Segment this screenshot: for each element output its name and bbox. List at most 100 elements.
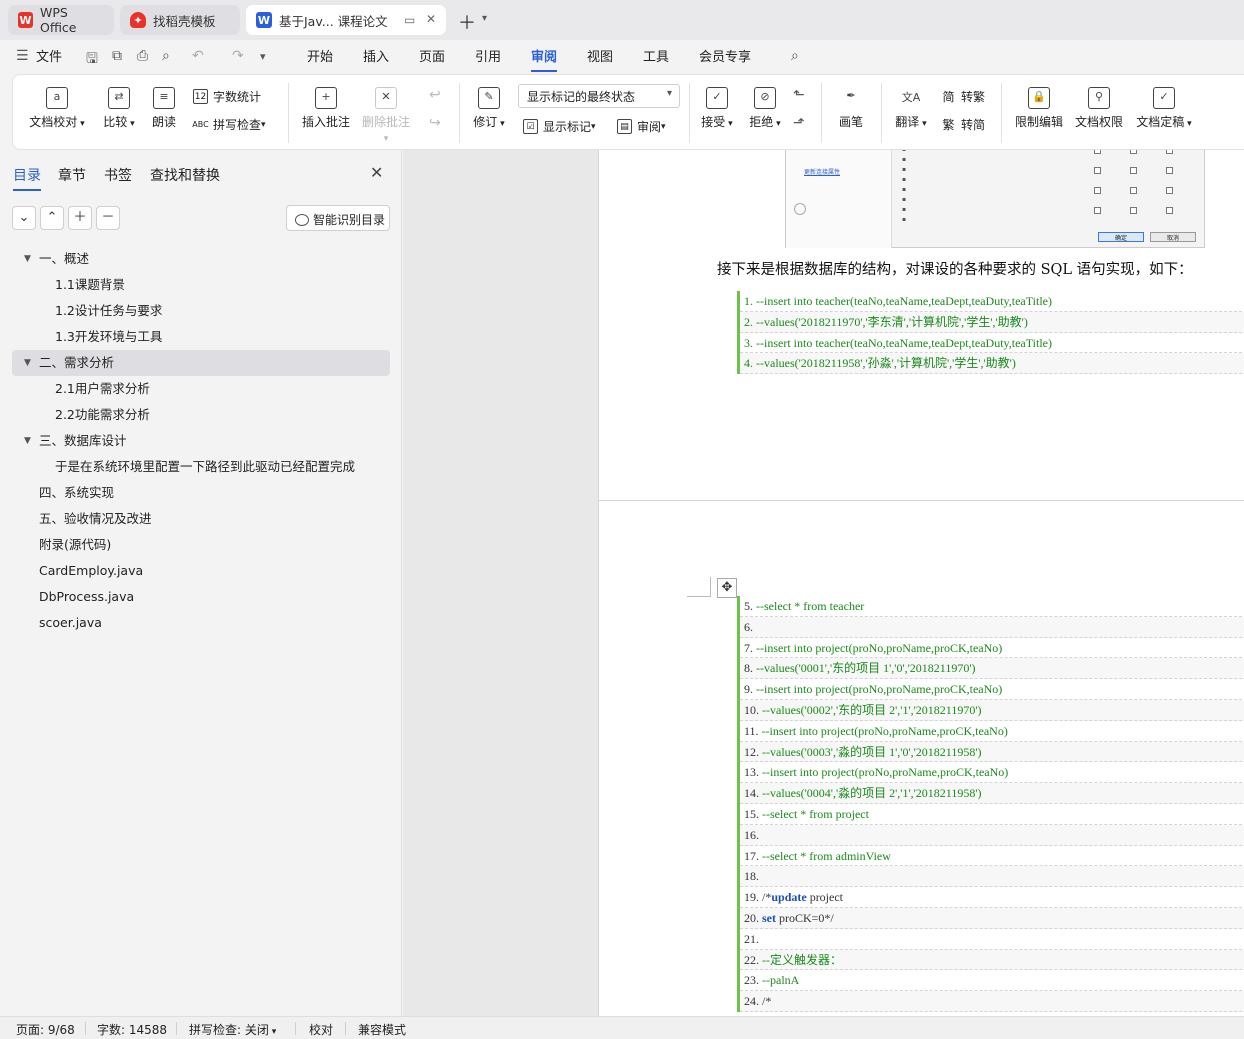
chevron-down-icon[interactable]: ▾ [482, 13, 487, 24]
toc-item[interactable]: 四、系统实现 [12, 480, 390, 506]
code-line: 13. --insert into project(proNo,proName,… [740, 762, 1244, 784]
undo-icon[interactable]: ↶ [192, 48, 204, 64]
spell-check-button[interactable]: ABC 拼写检查 ▾ [192, 116, 265, 133]
next-comment-icon[interactable]: ↪ [429, 115, 441, 131]
code-line: 16. [740, 824, 1244, 846]
show-markup-button[interactable]: ☑ 显示标记 ▾ [523, 118, 596, 135]
ribbon-divider [1001, 83, 1002, 143]
window-icon[interactable]: ▭ [404, 13, 415, 27]
toc-item[interactable]: scoer.java [12, 610, 390, 636]
nav-tab-bookmarks[interactable]: 书签 [104, 165, 132, 185]
body-paragraph[interactable]: 接下来是根据数据库的结构，对课设的各种要求的 SQL 语句实现，如下： [717, 258, 1193, 279]
new-tab-icon[interactable]: ＋ [458, 9, 476, 35]
to-simplified-button[interactable]: 繁转简 [941, 116, 985, 133]
smart-toc-button[interactable]: 智能识别目录 [286, 205, 390, 231]
toc-item-label: 二、需求分析 [39, 355, 115, 370]
code-block[interactable]: 5. --select * from teacher 6. 7. --insert… [737, 596, 1244, 1012]
toc-item[interactable]: CardEmploy.java [12, 558, 390, 584]
menu-tools[interactable]: 工具 [643, 46, 669, 65]
toc-item[interactable]: 1.1课题背景 [12, 272, 390, 298]
menu-file[interactable]: 文件 [36, 46, 62, 65]
doc-proofread-button[interactable]: 文档校对 ▾ [29, 87, 85, 130]
caret-down-icon[interactable]: ▼ [24, 246, 31, 272]
delete-comment-button[interactable]: 删除批注 ▾ [361, 87, 411, 144]
toc-item[interactable]: DbProcess.java [12, 584, 390, 610]
review-pane-button[interactable]: ▤ 审阅 ▾ [617, 118, 666, 135]
embedded-screenshot: 更新连接属性 ▪ ▪ ▪ ▪ ▪ ▪ ▪ ▪ 确定 取消 [785, 150, 1205, 248]
close-tab-icon[interactable]: ✕ [426, 12, 436, 26]
prev-change-icon[interactable]: ⬑ [793, 87, 805, 103]
track-changes-button[interactable]: 修订 ▾ [471, 87, 507, 130]
menu-member[interactable]: 会员专享 [699, 46, 751, 65]
toc-item[interactable]: 1.3开发环境与工具 [12, 324, 390, 350]
toc-item[interactable]: ▼ 三、数据库设计 [12, 428, 390, 454]
menu-page[interactable]: 页面 [419, 46, 445, 65]
search-icon[interactable]: ⌕ [791, 48, 799, 64]
ribbon-divider [821, 83, 822, 143]
nav-tab-sections[interactable]: 章节 [58, 165, 86, 185]
toc-item[interactable]: 于是在系统环境里配置一下路径到此驱动已经配置完成 [12, 454, 390, 480]
accept-button[interactable]: 接受 ▾ [699, 87, 735, 130]
tab-docer[interactable]: ✦ 找稻壳模板 [120, 5, 240, 35]
word-count-indicator[interactable]: 字数: 14588 [97, 1021, 167, 1038]
tab-document[interactable]: W 基于Jav... 课程论文 ▭ ✕ [246, 5, 446, 35]
tab-wps-office[interactable]: W WPS Office [8, 5, 114, 35]
print-preview-icon[interactable]: ⌕ [162, 48, 170, 64]
toc-item-label: 四、系统实现 [39, 485, 115, 500]
print-icon[interactable]: ⎙ [137, 48, 148, 64]
menu-reference[interactable]: 引用 [475, 46, 501, 65]
menu-insert[interactable]: 插入 [363, 46, 389, 65]
toc-item[interactable]: ▼ 一、概述 [12, 246, 390, 272]
compare-button[interactable]: 比较 ▾ [97, 87, 141, 130]
code-line: 21. [740, 928, 1244, 950]
tab-label: 找稻壳模板 [153, 13, 216, 29]
toc-item[interactable]: 2.2功能需求分析 [12, 402, 390, 428]
restrict-edit-button[interactable]: 限制编辑 [1013, 87, 1065, 130]
ribbon-divider [881, 83, 882, 143]
translate-button[interactable]: 翻译 ▾ [893, 87, 929, 130]
toc-item[interactable]: 五、验收情况及改进 [12, 506, 390, 532]
remove-heading-icon[interactable]: － [96, 206, 120, 230]
toc-item[interactable]: 1.2设计任务与要求 [12, 298, 390, 324]
redo-icon[interactable]: ↷ [232, 48, 244, 64]
code-line: 18. [740, 866, 1244, 888]
prev-comment-icon[interactable]: ↩ [429, 87, 441, 103]
smart-toc-icon [295, 214, 309, 226]
insert-comment-button[interactable]: 插入批注 [301, 87, 351, 130]
nav-tab-find-replace[interactable]: 查找和替换 [150, 165, 220, 185]
pen-button[interactable]: 画笔 [835, 87, 867, 130]
add-heading-icon[interactable]: ＋ [68, 206, 92, 230]
code-block[interactable]: 1. --insert into teacher(teaNo,teaName,t… [737, 291, 1244, 375]
hamburger-icon[interactable]: ☰ [16, 48, 29, 64]
page-indicator[interactable]: 页面: 9/68 [16, 1021, 75, 1038]
next-change-icon[interactable]: ⬏ [793, 115, 805, 131]
status-bar: 页面: 9/68 字数: 14588 拼写检查: 关闭 ▾ 校对 兼容模式 [0, 1016, 1244, 1039]
menu-review[interactable]: 审阅 [531, 46, 558, 72]
caret-down-icon[interactable]: ▼ [24, 428, 31, 454]
toc-item[interactable]: ▼ 二、需求分析 [12, 350, 390, 376]
expand-icon[interactable]: ⌃ [40, 206, 64, 230]
code-line: 7. --insert into project(proNo,proName,p… [740, 637, 1244, 659]
collapse-icon[interactable]: ⌄ [12, 206, 36, 230]
share-icon[interactable]: ⧉ [112, 48, 122, 64]
toc-item[interactable]: 附录(源代码) [12, 532, 390, 558]
code-line: 23. --palnA [740, 970, 1244, 992]
reject-button[interactable]: 拒绝 ▾ [747, 87, 783, 130]
markup-state-select[interactable]: 显示标记的最终状态 ▾ [518, 84, 680, 108]
doc-permission-button[interactable]: 文档权限 [1073, 87, 1125, 130]
chevron-down-icon[interactable]: ▾ [260, 50, 266, 63]
table-move-handle-icon[interactable]: ✥ [717, 578, 737, 598]
save-icon[interactable]: 🖫 [86, 48, 98, 72]
close-icon[interactable]: ✕ [370, 163, 383, 182]
doc-finalize-button[interactable]: 文档定稿 ▾ [1133, 87, 1195, 130]
spell-check-status[interactable]: 拼写检查: 关闭 ▾ [189, 1021, 276, 1038]
caret-down-icon[interactable]: ▼ [24, 350, 31, 376]
toc-item[interactable]: 2.1用户需求分析 [12, 376, 390, 402]
nav-tab-toc[interactable]: 目录 [13, 165, 41, 191]
word-count-button[interactable]: 12 字数统计 [193, 88, 261, 105]
read-aloud-button[interactable]: 朗读 [149, 87, 179, 130]
menu-view[interactable]: 视图 [587, 46, 613, 65]
menu-start[interactable]: 开始 [307, 46, 333, 65]
proofread-status[interactable]: 校对 [309, 1021, 333, 1038]
to-traditional-button[interactable]: 简转繁 [941, 88, 985, 105]
